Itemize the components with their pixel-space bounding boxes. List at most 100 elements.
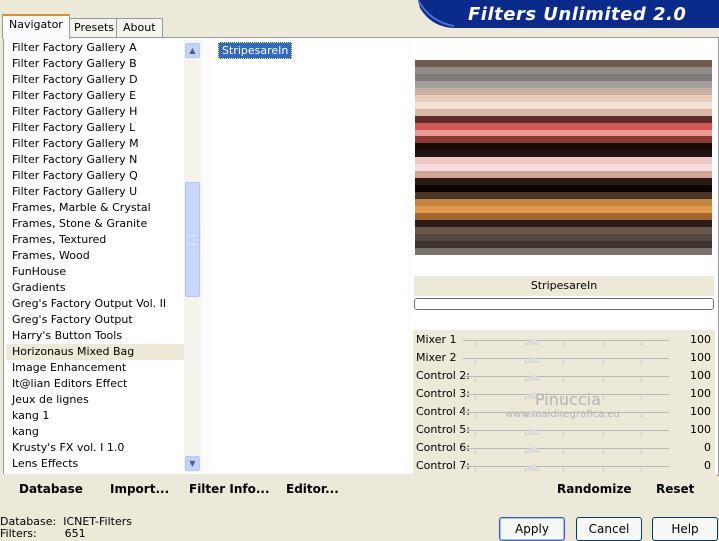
- preview-stripe: [415, 206, 712, 213]
- watermark-site: www.maidiregrafica.eu: [505, 409, 620, 420]
- category-item[interactable]: Image Enhancement: [6, 360, 184, 376]
- category-item[interactable]: Filter Factory Gallery L: [6, 120, 184, 136]
- slider-track[interactable]: [463, 340, 669, 341]
- category-item[interactable]: kang 1: [6, 408, 184, 424]
- category-item[interactable]: Filter Factory Gallery M: [6, 136, 184, 152]
- reset-button[interactable]: Reset: [656, 482, 694, 496]
- preview-stripe: [415, 73, 712, 81]
- cancel-button[interactable]: Cancel: [576, 517, 642, 541]
- category-item[interactable]: Frames, Wood: [6, 248, 184, 264]
- preview-stripe: [415, 108, 712, 116]
- slider-track[interactable]: [463, 358, 669, 359]
- category-item[interactable]: Filter Factory Gallery N: [6, 152, 184, 168]
- slider-knob[interactable]: [525, 428, 541, 435]
- slider-row[interactable]: Control 7: 0: [413, 456, 715, 474]
- filter-info-button[interactable]: Filter Info...: [189, 482, 270, 496]
- chevron-up-icon: ▲: [189, 46, 196, 55]
- preview-stripe: [415, 136, 712, 144]
- slider-row[interactable]: Control 2: 100: [413, 366, 715, 384]
- scroll-thumb[interactable]: [185, 182, 200, 297]
- category-item[interactable]: Filter Factory Gallery A: [6, 40, 184, 56]
- slider-label: Control 7:: [416, 459, 470, 472]
- category-item[interactable]: kang: [6, 424, 184, 440]
- slider-knob[interactable]: [525, 356, 541, 363]
- slider-tick: [475, 468, 476, 472]
- filter-list[interactable]: StripesareIn: [210, 40, 408, 472]
- slider-knob[interactable]: [525, 374, 541, 381]
- slider-row[interactable]: Control 6: 0: [413, 438, 715, 456]
- category-item[interactable]: Filter Factory Gallery D: [6, 72, 184, 88]
- editor-button[interactable]: Editor...: [286, 482, 339, 496]
- scroll-up-button[interactable]: ▲: [185, 43, 200, 58]
- category-item[interactable]: Frames, Stone & Granite: [6, 216, 184, 232]
- apply-button[interactable]: Apply: [499, 517, 565, 541]
- help-button[interactable]: Help: [652, 517, 718, 541]
- tab-navigator[interactable]: Navigator: [2, 14, 70, 39]
- slider-tick: [603, 360, 604, 364]
- slider-row[interactable]: Mixer 2 100: [413, 348, 715, 366]
- category-item[interactable]: Filter Factory Gallery E: [6, 88, 184, 104]
- slider-value: 100: [690, 351, 711, 364]
- slider-tick: [475, 414, 476, 418]
- category-item[interactable]: It@lian Editors Effect: [6, 376, 184, 392]
- preview-stripe: [415, 143, 712, 151]
- preview-stripe: [415, 240, 712, 248]
- category-item[interactable]: Greg's Factory Output: [6, 312, 184, 328]
- category-item[interactable]: Filter Factory Gallery Q: [6, 168, 184, 184]
- slider-tick: [603, 342, 604, 346]
- slider-track[interactable]: [463, 376, 669, 377]
- preview-stripe: [415, 178, 712, 186]
- scroll-down-button[interactable]: ▼: [185, 456, 200, 471]
- preview-stripe: [415, 66, 712, 74]
- category-scrollbar[interactable]: ▲ ▼: [184, 40, 201, 472]
- category-item[interactable]: Filter Factory Gallery H: [6, 104, 184, 120]
- preview-stripe: [415, 233, 712, 241]
- slider-tick: [563, 378, 564, 382]
- tab-label: Navigator: [9, 18, 63, 31]
- slider-tick: [641, 360, 642, 364]
- category-list[interactable]: Filter Factory Gallery A Filter Factory G…: [6, 40, 184, 472]
- slider-track[interactable]: [463, 430, 669, 431]
- preview-image: [415, 60, 712, 255]
- slider-knob[interactable]: [525, 338, 541, 345]
- category-item[interactable]: Frames, Marble & Crystal: [6, 200, 184, 216]
- slider-knob[interactable]: [525, 446, 541, 453]
- category-item[interactable]: Greg's Factory Output Vol. II: [6, 296, 184, 312]
- category-item[interactable]: Filter Factory Gallery U: [6, 184, 184, 200]
- slider-tick: [641, 342, 642, 346]
- category-item[interactable]: Harry's Button Tools: [6, 328, 184, 344]
- randomize-button[interactable]: Randomize: [557, 482, 631, 496]
- slider-tick: [475, 450, 476, 454]
- slider-row[interactable]: Mixer 1 100: [413, 330, 715, 348]
- slider-knob[interactable]: [525, 464, 541, 471]
- tab-presets[interactable]: Presets: [67, 18, 122, 37]
- category-item[interactable]: Krusty's FX vol. I 1.0: [6, 440, 184, 456]
- category-item[interactable]: Filter Factory Gallery B: [6, 56, 184, 72]
- database-button[interactable]: Database: [19, 482, 83, 496]
- slider-tick: [563, 360, 564, 364]
- preview-stripe: [415, 199, 712, 207]
- category-item[interactable]: Jeux de lignes: [6, 392, 184, 408]
- slider-track[interactable]: [463, 466, 669, 467]
- tab-about[interactable]: About: [116, 18, 163, 37]
- preview-stripe: [415, 60, 712, 67]
- category-item[interactable]: Horizonaus Mixed Bag: [6, 344, 184, 360]
- slider-track[interactable]: [463, 448, 669, 449]
- preview-filter-name: StripesareIn: [414, 276, 714, 296]
- slider-tick: [475, 432, 476, 436]
- preview-stripe: [415, 164, 712, 172]
- banner-title: Filters Unlimited 2.0: [468, 4, 687, 25]
- filters-count: 651: [64, 527, 86, 540]
- preview-stripe: [415, 226, 712, 234]
- filter-item-selected[interactable]: StripesareIn: [218, 42, 293, 59]
- category-item[interactable]: Frames, Textured: [6, 232, 184, 248]
- slider-tick: [563, 432, 564, 436]
- slider-row[interactable]: Control 5: 100: [413, 420, 715, 438]
- import-button[interactable]: Import...: [110, 482, 169, 496]
- slider-tick: [563, 468, 564, 472]
- category-item[interactable]: Gradients: [6, 280, 184, 296]
- chevron-down-icon: ▼: [189, 459, 196, 468]
- slider-label: Control 3:: [416, 387, 470, 400]
- category-item[interactable]: FunHouse: [6, 264, 184, 280]
- category-item[interactable]: Lens Effects: [6, 456, 184, 472]
